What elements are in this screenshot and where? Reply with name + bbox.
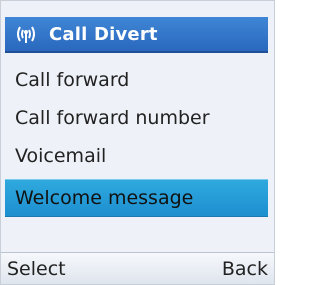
select-softkey[interactable]: Select bbox=[7, 258, 66, 280]
page-title: Call Divert bbox=[49, 23, 158, 45]
menu-item-call-forward[interactable]: Call forward bbox=[5, 61, 268, 99]
menu-list: Call forward Call forward number Voicema… bbox=[5, 61, 268, 217]
menu-item-label: Call forward number bbox=[15, 107, 210, 129]
menu-item-label: Call forward bbox=[15, 69, 130, 91]
menu-item-welcome-message[interactable]: Welcome message bbox=[5, 179, 268, 217]
phone-screen: Call Divert Call forward Call forward nu… bbox=[0, 0, 275, 285]
menu-item-voicemail[interactable]: Voicemail bbox=[5, 137, 268, 175]
antenna-signal-icon bbox=[13, 23, 39, 45]
softkey-bar: Select Back bbox=[1, 252, 274, 284]
menu-item-call-forward-number[interactable]: Call forward number bbox=[5, 99, 268, 137]
menu-item-label: Welcome message bbox=[15, 187, 194, 209]
menu-item-label: Voicemail bbox=[15, 145, 107, 167]
title-bar: Call Divert bbox=[5, 17, 268, 53]
back-softkey[interactable]: Back bbox=[222, 258, 268, 280]
